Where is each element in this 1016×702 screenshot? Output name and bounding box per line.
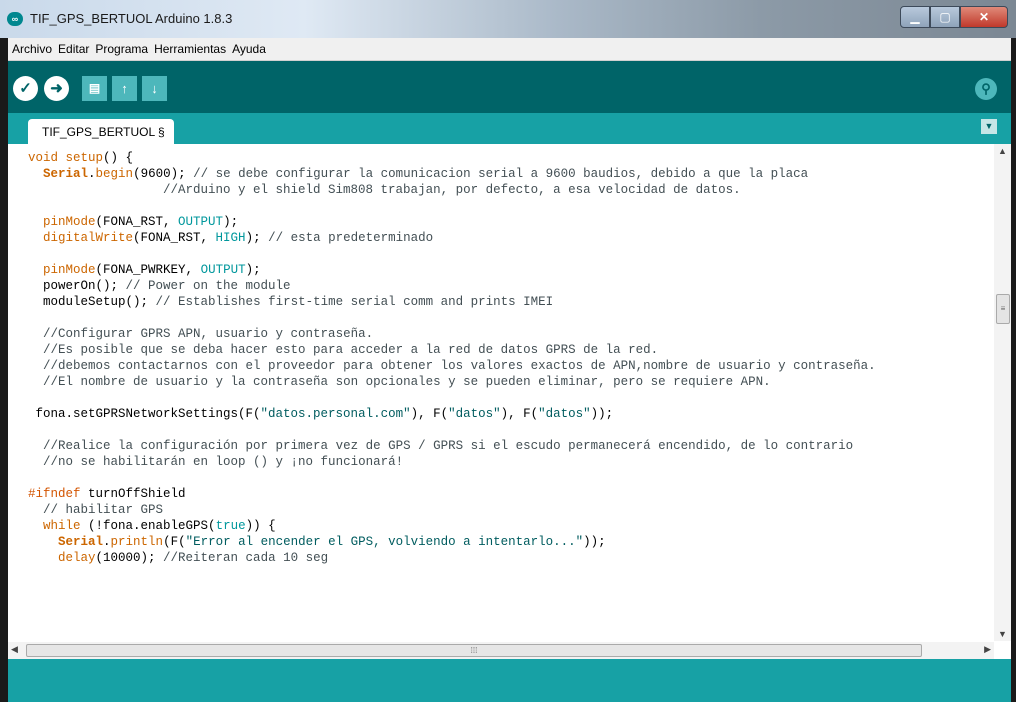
title-bar[interactable]: ∞ TIF_GPS_BERTUOL Arduino 1.8.3 ▁ ▢ ✕ (0, 0, 1016, 38)
menu-programa[interactable]: Programa (92, 42, 151, 56)
arduino-logo-icon: ∞ (7, 12, 23, 26)
serial-monitor-icon[interactable]: ⚲ (975, 78, 997, 100)
code-line: delay(10000); //Reiteran cada 10 seg (58, 551, 329, 565)
window-controls: ▁ ▢ ✕ (900, 6, 1008, 28)
tab-bar: TIF_GPS_BERTUOL § ▼ (8, 113, 1011, 144)
code-line: //Realice la configuración por primera v… (43, 439, 854, 453)
arduino-window: ∞ TIF_GPS_BERTUOL Arduino 1.8.3 ▁ ▢ ✕ Ar… (0, 0, 1016, 702)
tab-menu-icon[interactable]: ▼ (981, 119, 997, 134)
code-line: //no se habilitarán en loop () y ¡no fun… (43, 455, 404, 469)
horizontal-scrollbar[interactable]: ◀ ⁞⁞⁞ ▶ (8, 642, 994, 659)
code-line: while (!fona.enableGPS(true)) { (43, 519, 276, 533)
menu-archivo[interactable]: Archivo (8, 42, 55, 56)
open-sketch-icon[interactable]: ↑ (112, 76, 137, 101)
maximize-button[interactable]: ▢ (930, 6, 960, 28)
code-line: //Es posible que se deba hacer esto para… (43, 343, 659, 357)
code-line: Serial.println(F("Error al encender el G… (58, 535, 606, 549)
code-line: fona.setGPRSNetworkSettings(F("datos.per… (28, 407, 614, 421)
menu-bar: Archivo Editar Programa Herramientas Ayu… (8, 38, 1011, 61)
code-line: //Arduino y el shield Sim808 trabajan, p… (28, 183, 741, 197)
menu-herramientas[interactable]: Herramientas (151, 42, 229, 56)
menu-editar[interactable]: Editar (55, 42, 92, 56)
scroll-up-icon[interactable]: ▲ (994, 146, 1011, 156)
scroll-down-icon[interactable]: ▼ (994, 629, 1011, 639)
toolbar: ✓ ➜ ▤ ↑ ↓ ⚲ (8, 61, 1011, 113)
vertical-scrollbar[interactable]: ▲ ≡ ▼ (994, 144, 1011, 641)
upload-icon[interactable]: ➜ (44, 76, 69, 101)
minimize-button[interactable]: ▁ (900, 6, 930, 28)
status-bar (8, 659, 1011, 702)
code-line: //Configurar GPRS APN, usuario y contras… (43, 327, 374, 341)
code-line: //debemos contactarnos con el proveedor … (43, 359, 876, 373)
horizontal-scroll-thumb[interactable]: ⁞⁞⁞ (26, 644, 922, 657)
window-title: TIF_GPS_BERTUOL Arduino 1.8.3 (30, 11, 233, 26)
verify-icon[interactable]: ✓ (13, 76, 38, 101)
code-line: Serial.begin(9600); // se debe configura… (43, 167, 809, 181)
vertical-scroll-thumb[interactable]: ≡ (996, 294, 1010, 324)
close-button[interactable]: ✕ (960, 6, 1008, 28)
scroll-right-icon[interactable]: ▶ (984, 644, 991, 655)
menu-ayuda[interactable]: Ayuda (229, 42, 269, 56)
save-sketch-icon[interactable]: ↓ (142, 76, 167, 101)
code-line: //El nombre de usuario y la contraseña s… (43, 375, 771, 389)
tab-sketch[interactable]: TIF_GPS_BERTUOL § (28, 119, 174, 144)
code-line: moduleSetup(); // Establishes first-time… (43, 295, 554, 309)
code-line: pinMode(FONA_PWRKEY, OUTPUT); (43, 263, 261, 277)
new-sketch-icon[interactable]: ▤ (82, 76, 107, 101)
code-line: #ifndef turnOffShield (28, 487, 186, 501)
code-editor[interactable]: void setup() { Serial.begin(9600); // se… (8, 144, 1011, 659)
code-line: powerOn(); // Power on the module (43, 279, 291, 293)
code-area[interactable]: void setup() { Serial.begin(9600); // se… (28, 150, 1003, 636)
code-line: pinMode(FONA_RST, OUTPUT); (43, 215, 239, 229)
code-line: digitalWrite(FONA_RST, HIGH); // esta pr… (43, 231, 434, 245)
code-line: void setup() { (28, 151, 134, 165)
code-line: // habilitar GPS (43, 503, 164, 517)
scroll-left-icon[interactable]: ◀ (11, 644, 18, 655)
